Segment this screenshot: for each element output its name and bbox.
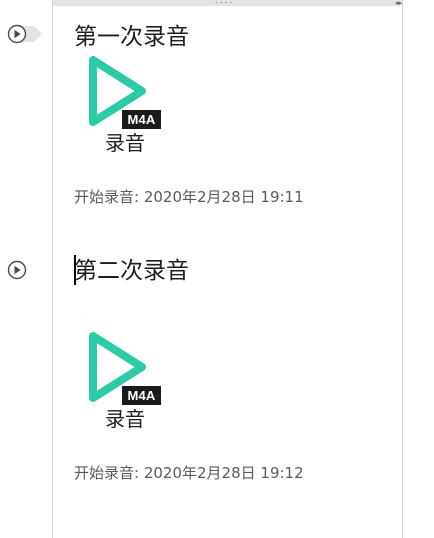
- page-left-margin-rule: [52, 0, 53, 538]
- play-recording-icon[interactable]: [6, 259, 44, 281]
- resize-grip[interactable]: ····: [214, 0, 233, 7]
- attachment-label: 录音: [105, 407, 145, 431]
- recording-start-timestamp: 开始录音: 2020年2月28日 19:11: [74, 188, 304, 206]
- audio-attachment[interactable]: M4A 录音: [82, 331, 168, 435]
- m4a-badge: M4A: [122, 386, 161, 405]
- attachment-label: 录音: [105, 131, 145, 155]
- m4a-badge: M4A: [122, 110, 161, 129]
- recording-start-timestamp: 开始录音: 2020年2月28日 19:12: [74, 464, 304, 482]
- section-title[interactable]: 第二次录音: [74, 256, 189, 286]
- play-recording-icon[interactable]: [6, 23, 44, 45]
- section-title[interactable]: 第一次录音: [74, 22, 189, 52]
- top-scroll-strip[interactable]: ···· ◂▸: [52, 0, 402, 7]
- page-right-margin-rule: [402, 0, 403, 538]
- scroll-arrows[interactable]: ◂▸: [395, 0, 402, 7]
- audio-attachment[interactable]: M4A 录音: [82, 55, 168, 159]
